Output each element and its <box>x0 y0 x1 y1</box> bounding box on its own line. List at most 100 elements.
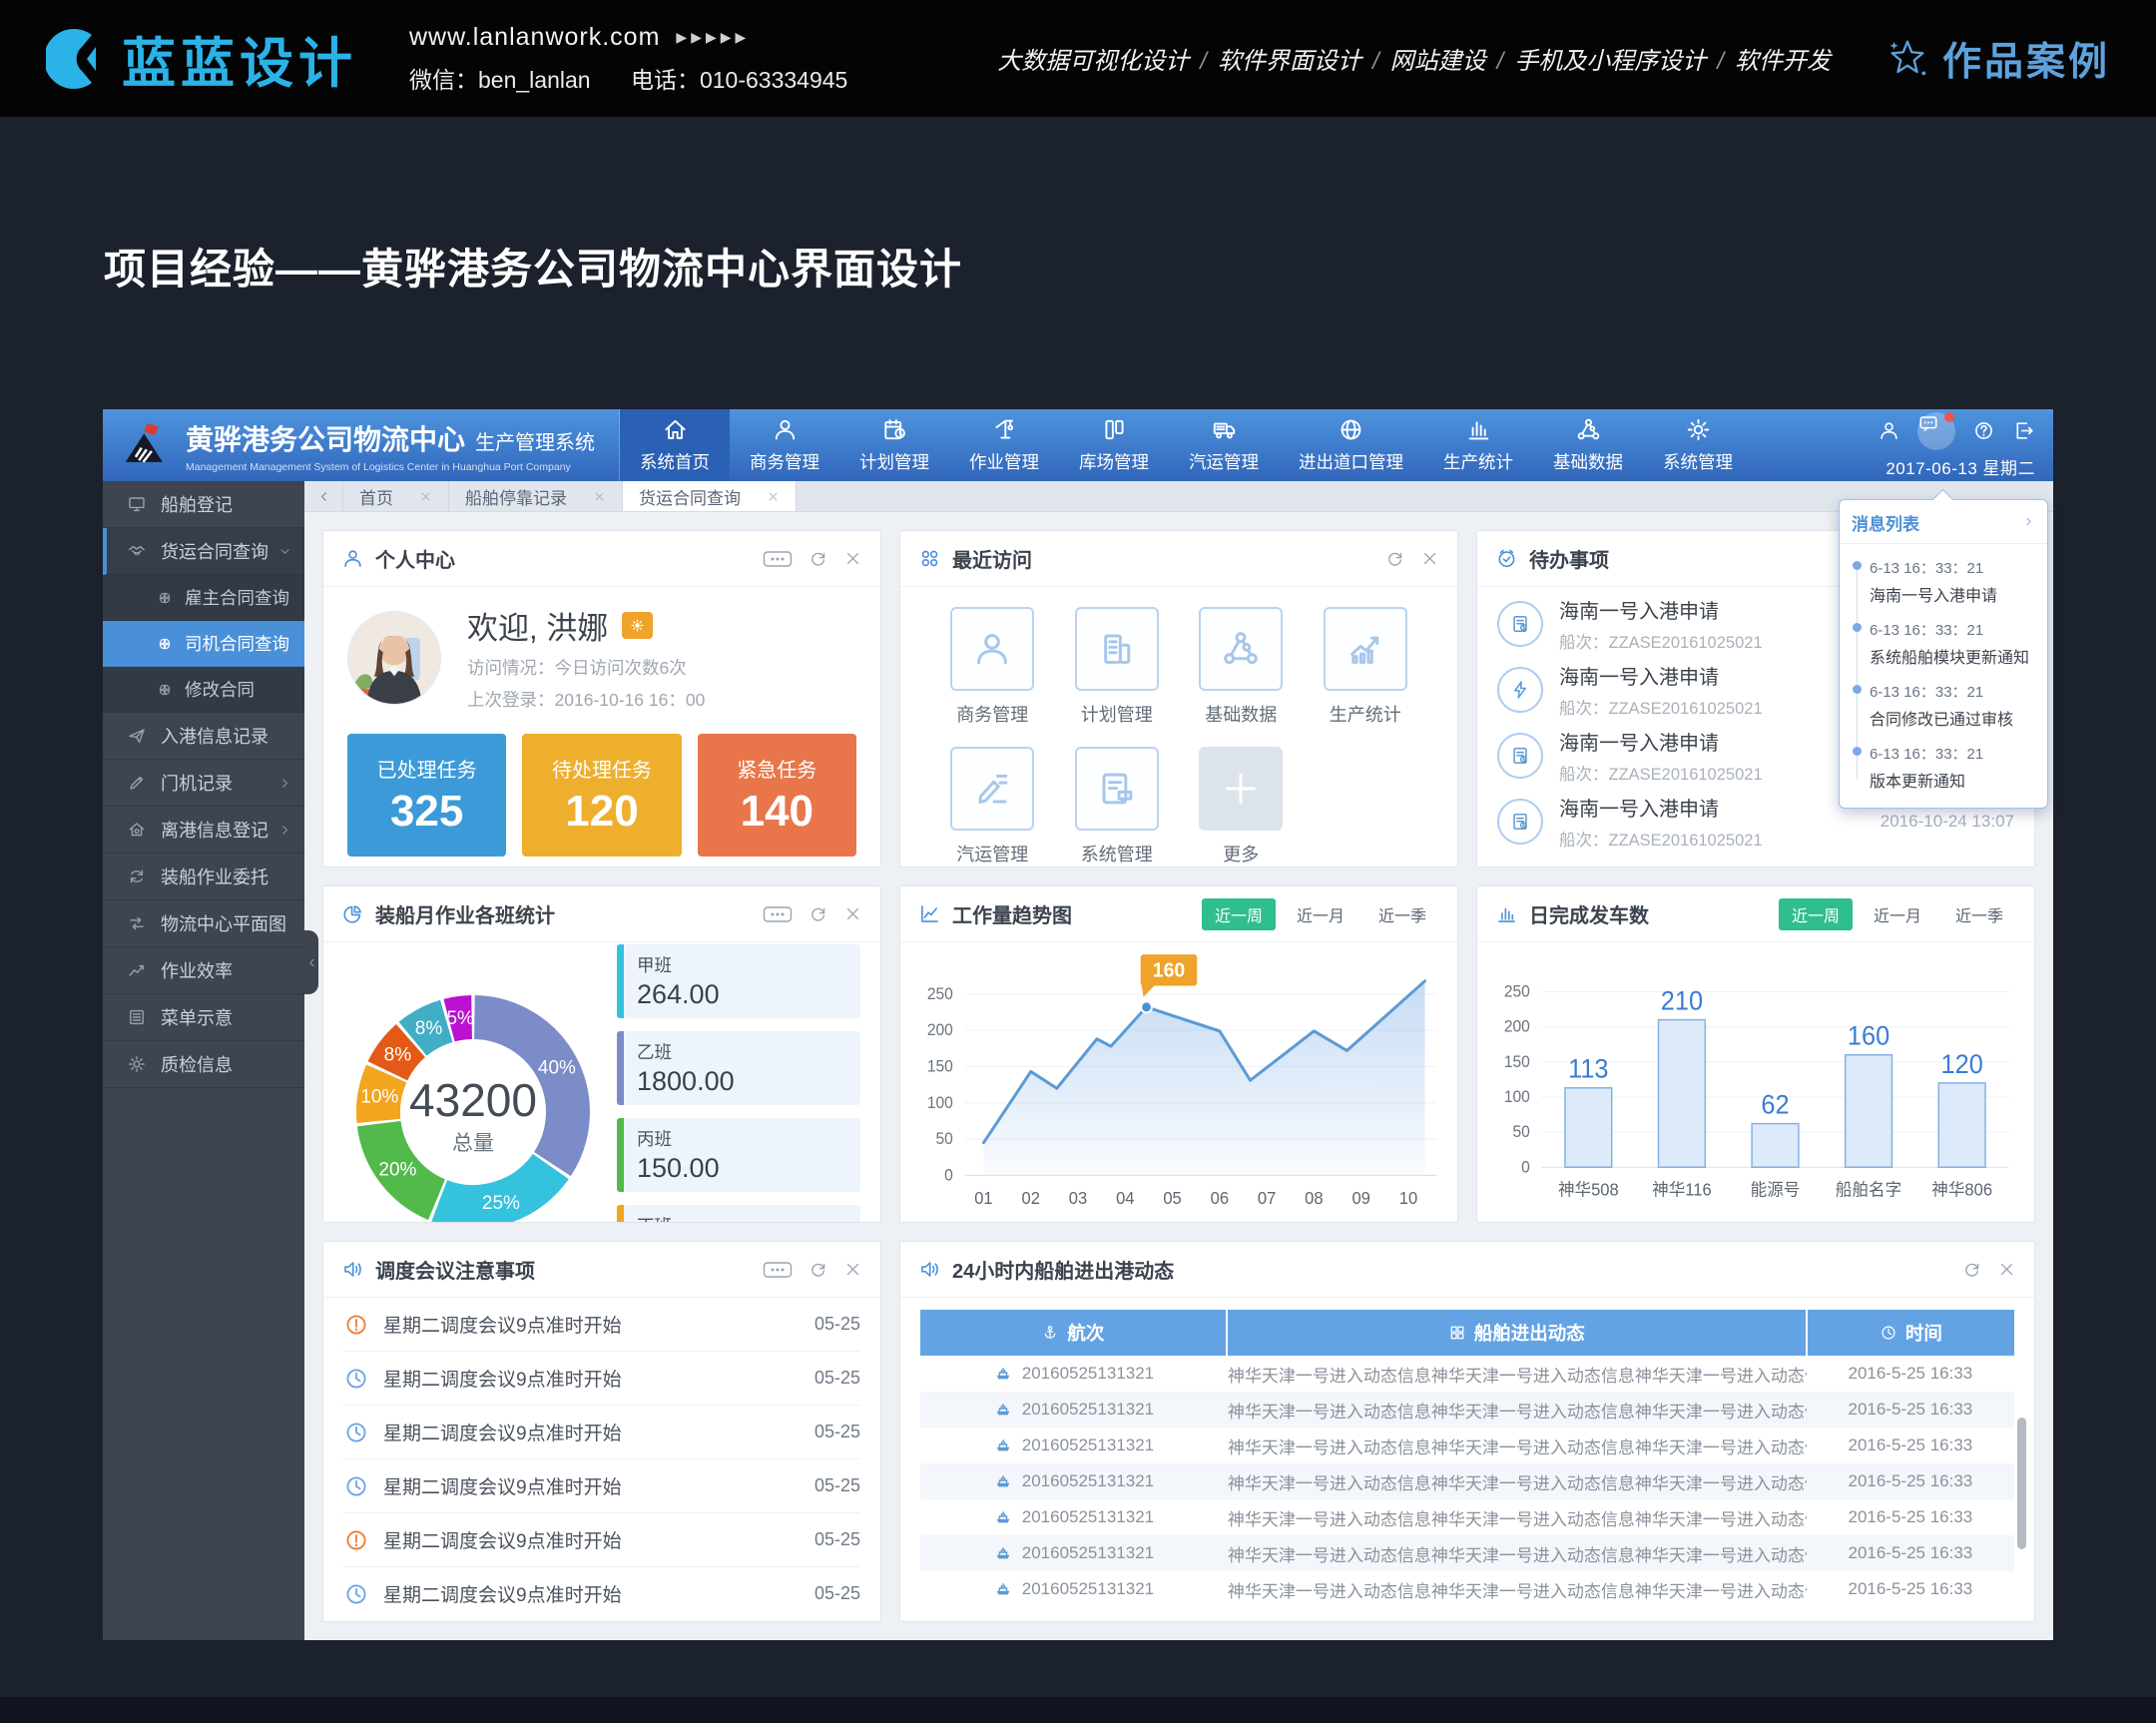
more-options-button[interactable] <box>763 549 793 569</box>
quick-link-3[interactable]: 生产统计 <box>1304 607 1428 727</box>
refresh-button[interactable] <box>1962 1260 1981 1279</box>
sidebar-item-gear[interactable]: 质检信息 <box>103 1041 304 1088</box>
close-button[interactable] <box>843 549 862 568</box>
table-row[interactable]: 20160525131321神华天津一号进入动态信息神华天津一号进入动态信息神华… <box>920 1356 2014 1392</box>
sidebar-item-swap[interactable]: 物流中心平面图 <box>103 900 304 947</box>
card-title: 装船月作业各班统计 <box>375 899 555 928</box>
nav-item-label: 作业管理 <box>969 449 1039 474</box>
nav-item-truck[interactable]: 汽运管理 <box>1169 409 1279 481</box>
stat-tile[interactable]: 已处理任务325 <box>347 734 506 857</box>
sidebar-item-trend[interactable]: 作业效率 <box>103 947 304 994</box>
sidebar-item-home2[interactable]: 离港信息登记 <box>103 807 304 854</box>
card-workload-trend: 工作量趋势图 近一周近一月近一季 05010015020025001020304… <box>899 885 1458 1223</box>
trend-chart: 05010015020025001020304050607080910160 <box>908 944 1449 1218</box>
sidebar-subitem-0[interactable]: 雇主合同查询 <box>103 575 304 621</box>
nav-item-warehouse[interactable]: 库场管理 <box>1059 409 1169 481</box>
nav-item-calendar[interactable]: 计划管理 <box>839 409 949 481</box>
todo-item-icon <box>1497 799 1543 845</box>
table-row[interactable]: 20160525131321神华天津一号进入动态信息神华天津一号进入动态信息神华… <box>920 1392 2014 1428</box>
refresh-button[interactable] <box>808 549 827 568</box>
more-options-button[interactable] <box>763 1260 793 1280</box>
messages-button[interactable] <box>1917 412 1955 450</box>
quick-link-5[interactable]: 系统管理 <box>1055 747 1180 866</box>
meeting-item[interactable]: 星期二调度会议9点准时开始05-25 <box>343 1406 860 1459</box>
refresh-button[interactable] <box>1385 549 1404 568</box>
refresh-button[interactable] <box>808 1260 827 1279</box>
table-scrollbar[interactable] <box>2017 1418 2026 1549</box>
help-button[interactable] <box>1972 419 1995 442</box>
sidebar-item-list[interactable]: 菜单示意 <box>103 994 304 1041</box>
stat-tile[interactable]: 待处理任务120 <box>522 734 681 857</box>
nav-item-home[interactable]: 系统首页 <box>620 409 730 481</box>
nav-item-crane[interactable]: 作业管理 <box>949 409 1059 481</box>
message-item[interactable]: 6-13 16：33：21合同修改已通过审核 <box>1870 674 2035 736</box>
profile-button[interactable] <box>1878 419 1900 442</box>
ship-icon <box>993 1364 1013 1384</box>
website-link[interactable]: www.lanlanwork.com <box>409 23 660 52</box>
quick-link-1[interactable]: 计划管理 <box>1055 607 1180 727</box>
close-button[interactable] <box>1420 549 1439 568</box>
meeting-item[interactable]: 星期二调度会议9点准时开始05-25 <box>343 1459 860 1513</box>
sidebar-item-plane[interactable]: 入港信息记录 <box>103 713 304 760</box>
period-button-2[interactable]: 近一季 <box>1942 898 2016 930</box>
logout-button[interactable] <box>2012 419 2035 442</box>
row-time: 2016-5-25 16:33 <box>1807 1392 2014 1428</box>
main-nav: 系统首页商务管理计划管理作业管理库场管理汽运管理进出道口管理生产统计基础数据系统… <box>620 409 1753 481</box>
sidebar-submenu: 雇主合同查询司机合同查询修改合同 <box>103 575 304 713</box>
close-button[interactable] <box>1997 1260 2016 1279</box>
period-button-0[interactable]: 近一周 <box>1202 898 1276 930</box>
table-row[interactable]: 20160525131321神华天津一号进入动态信息神华天津一号进入动态信息神华… <box>920 1463 2014 1499</box>
quick-link-label: 生产统计 <box>1330 701 1401 727</box>
tab-2[interactable]: 货运合同查询 <box>623 481 797 511</box>
meeting-item[interactable]: 星期二调度会议9点准时开始05-25 <box>343 1567 860 1620</box>
message-item[interactable]: 6-13 16：33：21版本更新通知 <box>1870 736 2035 798</box>
more-options-button[interactable] <box>763 904 793 924</box>
meeting-item[interactable]: 星期二调度会议9点准时开始05-25 <box>343 1352 860 1406</box>
clock-icon <box>343 1581 369 1607</box>
sidebar-item-refresh2[interactable]: 装船作业委托 <box>103 854 304 900</box>
legend-name: 甲班 <box>637 952 848 977</box>
nav-item-globe[interactable]: 进出道口管理 <box>1279 409 1423 481</box>
table-row[interactable]: 20160525131321神华天津一号进入动态信息神华天津一号进入动态信息神华… <box>920 1499 2014 1535</box>
nav-item-network[interactable]: 基础数据 <box>1533 409 1643 481</box>
service-item: 软件界面设计 <box>1218 48 1361 75</box>
sidebar-subitem-2[interactable]: 修改合同 <box>103 667 304 713</box>
meeting-item[interactable]: 星期二调度会议9点准时开始05-25 <box>343 1298 860 1352</box>
refresh-button[interactable] <box>808 904 827 923</box>
period-button-0[interactable]: 近一周 <box>1779 898 1853 930</box>
meeting-item[interactable]: 星期二调度会议9点准时开始05-25 <box>343 1513 860 1567</box>
sidebar-item-label: 门机记录 <box>161 770 233 796</box>
table-row[interactable]: 20160525131321神华天津一号进入动态信息神华天津一号进入动态信息神华… <box>920 1428 2014 1463</box>
tab-scroll-left-button[interactable] <box>304 481 343 511</box>
tab-0[interactable]: 首页 <box>343 481 449 511</box>
quick-link-0[interactable]: 商务管理 <box>930 607 1055 727</box>
sidebar-item-handshake[interactable]: 货运合同查询 <box>103 528 304 575</box>
trend2-icon <box>1345 628 1386 670</box>
quick-link-4[interactable]: 汽运管理 <box>930 747 1055 866</box>
sidebar-item-pencil[interactable]: 门机记录 <box>103 760 304 807</box>
message-item[interactable]: 6-13 16：33：21海南一号入港申请 <box>1870 550 2035 612</box>
stat-tile[interactable]: 紧急任务140 <box>698 734 856 857</box>
portfolio-link[interactable]: 作品案例 <box>1885 31 2110 87</box>
period-button-1[interactable]: 近一月 <box>1861 898 1934 930</box>
close-button[interactable] <box>843 1260 862 1279</box>
ship-icon <box>993 1507 1013 1527</box>
quick-link-6[interactable]: 更多 <box>1179 747 1304 866</box>
period-button-1[interactable]: 近一月 <box>1284 898 1357 930</box>
close-button[interactable] <box>843 904 862 923</box>
nav-item-gear[interactable]: 系统管理 <box>1643 409 1753 481</box>
sidebar-subitem-1[interactable]: 司机合同查询 <box>103 621 304 667</box>
table-row[interactable]: 20160525131321神华天津一号进入动态信息神华天津一号进入动态信息神华… <box>920 1571 2014 1607</box>
nav-item-bars[interactable]: 生产统计 <box>1423 409 1533 481</box>
refresh-icon <box>1962 1260 1981 1279</box>
nav-item-user[interactable]: 商务管理 <box>730 409 839 481</box>
clock-icon-wrap <box>343 1473 369 1499</box>
period-button-2[interactable]: 近一季 <box>1365 898 1439 930</box>
quick-link-2[interactable]: 基础数据 <box>1179 607 1304 727</box>
sidebar-collapse-handle[interactable] <box>304 930 318 994</box>
sidebar-item-monitor[interactable]: 船舶登记 <box>103 481 304 528</box>
table-row[interactable]: 20160525131321神华天津一号进入动态信息神华天津一号进入动态信息神华… <box>920 1535 2014 1571</box>
panel-expand-button[interactable] <box>2022 513 2035 533</box>
message-item[interactable]: 6-13 16：33：21系统船舶模块更新通知 <box>1870 612 2035 674</box>
tab-1[interactable]: 船舶停靠记录 <box>449 481 623 511</box>
